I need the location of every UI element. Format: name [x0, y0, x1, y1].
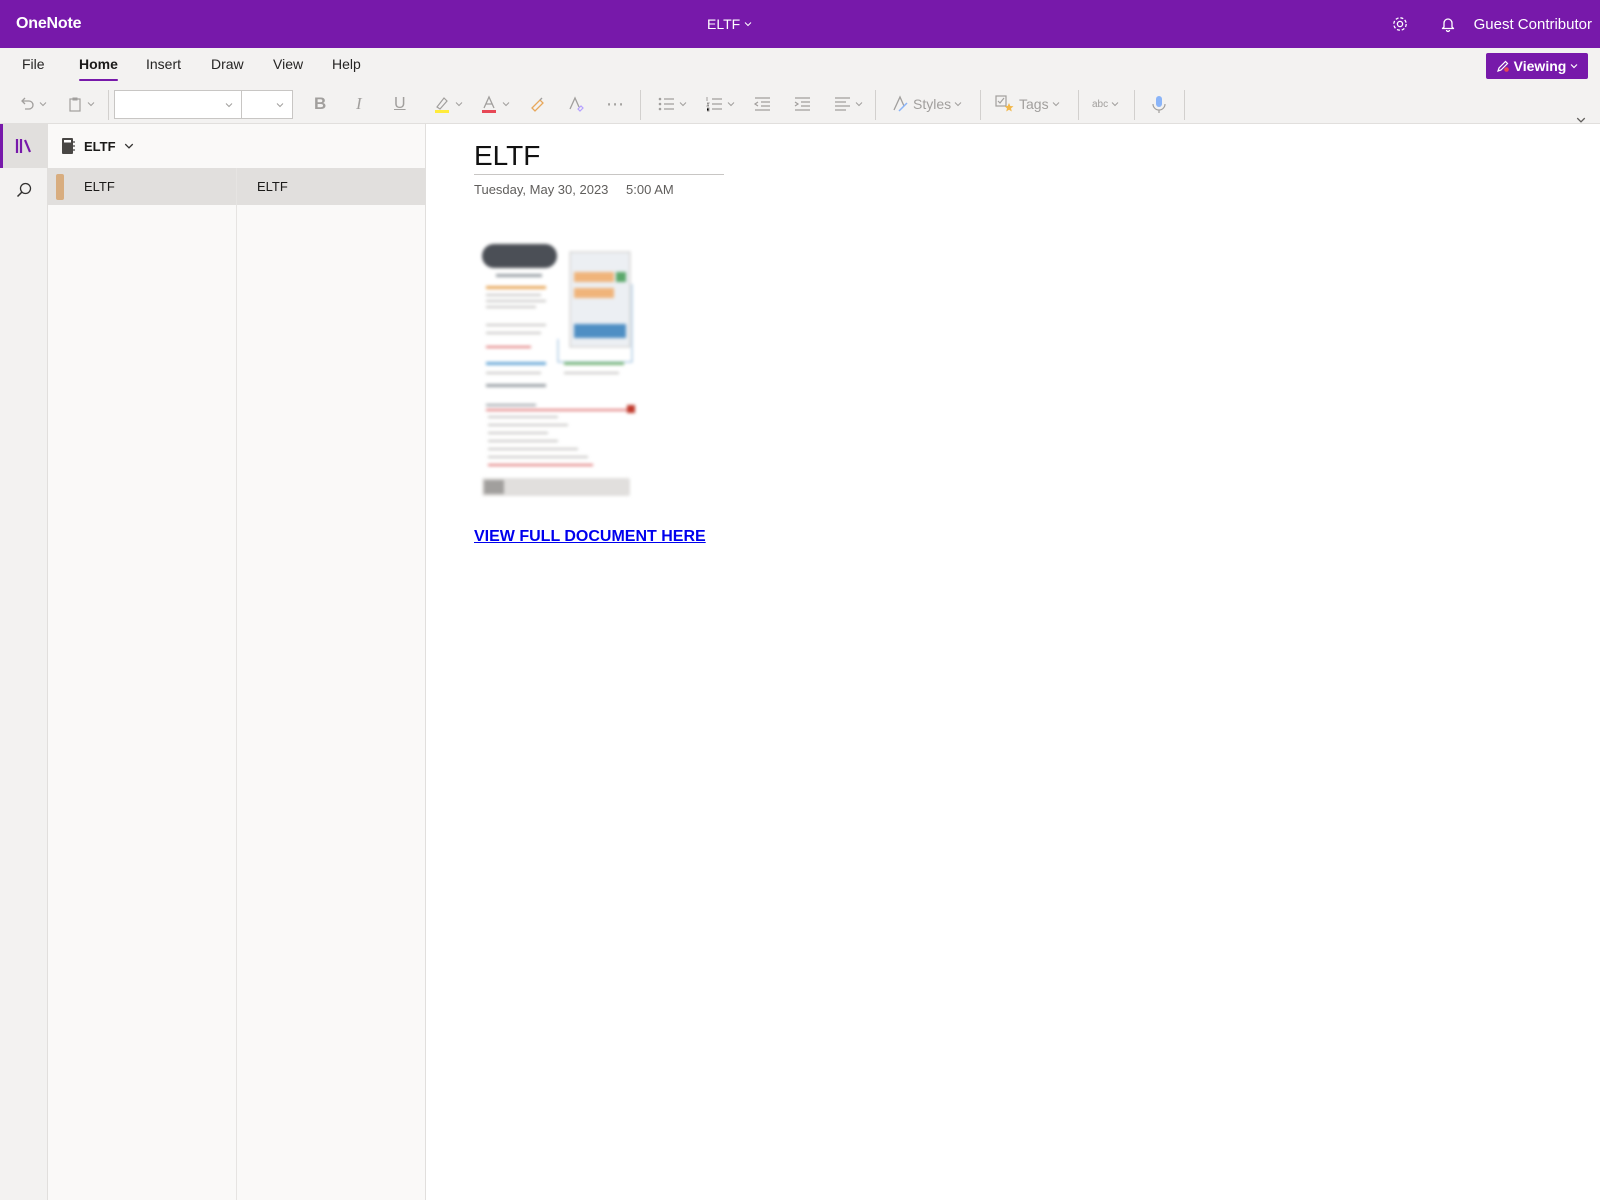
format-painter-icon [531, 97, 544, 112]
decrease-indent-button[interactable] [752, 92, 772, 116]
chevron-down-icon [502, 102, 510, 107]
section-name: ELTF [84, 179, 115, 194]
tab-view[interactable]: View [273, 56, 303, 80]
font-name-select[interactable] [114, 90, 242, 119]
clear-formatting-icon [569, 96, 584, 112]
numbered-list-icon [706, 97, 722, 112]
notification-bell-icon[interactable] [1438, 14, 1458, 34]
page-title[interactable]: ELTF [474, 140, 724, 175]
chevron-down-icon [744, 22, 752, 27]
font-color-button[interactable] [479, 92, 510, 116]
tag-star-icon [995, 95, 1014, 112]
tab-draw[interactable]: Draw [211, 56, 244, 80]
home-toolbar: B I U ⋯ Styles Tags abc [0, 84, 1600, 124]
clear-formatting-button[interactable] [566, 92, 586, 116]
left-rail [0, 124, 48, 1200]
bold-button[interactable]: B [314, 92, 326, 116]
title-bar: OneNote ELTF Guest Contributor [0, 0, 1600, 48]
chevron-down-icon [1111, 102, 1119, 107]
document-title: ELTF [707, 16, 741, 32]
bold-icon: B [314, 94, 327, 113]
notebook-name: ELTF [84, 138, 116, 154]
notebook-switcher[interactable]: ELTF [48, 124, 426, 168]
highlighter-icon [435, 97, 449, 113]
notebooks-icon [15, 139, 32, 153]
page-time: 5:00 AM [626, 182, 674, 197]
clipboard-icon [69, 97, 81, 112]
tab-home[interactable]: Home [79, 56, 118, 81]
document-preview-image[interactable] [482, 244, 642, 514]
view-full-document-link[interactable]: VIEW FULL DOCUMENT HERE [474, 528, 706, 546]
chevron-down-icon [87, 102, 95, 107]
page-canvas[interactable]: ELTF Tuesday, May 30, 2023 5:00 AM VIEW … [426, 124, 1600, 1200]
underline-button[interactable]: U [394, 92, 406, 116]
increase-indent-icon [794, 97, 810, 111]
page-name: ELTF [257, 179, 288, 194]
notebooks-button[interactable] [0, 124, 47, 168]
viewing-mode-button[interactable]: Viewing [1486, 53, 1588, 79]
microphone-icon [1152, 96, 1166, 113]
undo-button[interactable] [18, 92, 47, 116]
search-icon [16, 182, 31, 198]
tab-file[interactable]: File [22, 56, 45, 80]
chevron-down-icon [954, 102, 962, 107]
section-item[interactable]: ELTF [48, 168, 236, 205]
format-painter-button[interactable] [528, 92, 548, 116]
tags-button[interactable]: Tags [994, 92, 1060, 116]
section-color-tab [56, 173, 64, 200]
document-title-dropdown[interactable]: ELTF [707, 16, 752, 32]
ribbon-tabs: File Home Insert Draw View Help [0, 48, 1600, 84]
chevron-down-icon [1052, 102, 1059, 107]
app-name[interactable]: OneNote [16, 15, 81, 33]
spelling-button[interactable]: abc [1092, 92, 1119, 116]
more-options-button[interactable]: ⋯ [606, 92, 625, 116]
pen-icon [1496, 60, 1509, 72]
chevron-down-icon [679, 102, 687, 107]
dictate-button[interactable] [1150, 92, 1168, 116]
spelling-icon: abc [1092, 98, 1109, 110]
align-left-icon [835, 97, 850, 111]
increase-indent-button[interactable] [792, 92, 812, 116]
chevron-down-icon [727, 102, 735, 107]
bullet-list-icon [658, 97, 674, 111]
settings-icon[interactable] [1390, 14, 1410, 34]
page-item[interactable]: ELTF [237, 168, 426, 205]
numbering-button[interactable] [704, 92, 735, 116]
underline-icon: U [394, 95, 406, 112]
section-list: ELTF [48, 168, 237, 1200]
chevron-down-icon [124, 143, 133, 149]
font-color-icon [482, 95, 496, 113]
italic-button[interactable]: I [356, 92, 362, 116]
undo-icon [21, 97, 34, 110]
bullets-button[interactable] [656, 92, 687, 116]
chevron-down-icon [276, 103, 284, 108]
tab-insert[interactable]: Insert [146, 56, 181, 80]
chevron-down-icon [225, 103, 233, 108]
chevron-down-icon [1570, 64, 1578, 69]
search-button[interactable] [0, 168, 47, 212]
chevron-down-icon [39, 102, 47, 107]
chevron-down-icon [455, 102, 463, 107]
highlight-button[interactable] [432, 92, 463, 116]
notebook-icon [62, 138, 75, 154]
tags-label: Tags [1019, 96, 1049, 112]
styles-icon [893, 95, 908, 112]
paragraph-alignment-button[interactable] [832, 92, 863, 116]
styles-label: Styles [913, 96, 952, 112]
viewing-mode-label: Viewing [1513, 58, 1567, 74]
decrease-indent-icon [753, 97, 770, 111]
paste-button[interactable] [66, 92, 95, 116]
user-name[interactable]: Guest Contributor [1474, 16, 1592, 33]
page-list: ELTF [237, 168, 426, 1200]
italic-icon: I [356, 94, 362, 113]
more-icon: ⋯ [606, 93, 625, 114]
tab-help[interactable]: Help [332, 56, 361, 80]
page-date: Tuesday, May 30, 2023 [474, 182, 609, 197]
chevron-down-icon [855, 102, 863, 107]
navigation-pane: ELTF ELTF ELTF [48, 124, 426, 1200]
font-size-select[interactable] [241, 90, 293, 119]
styles-button[interactable]: Styles [890, 92, 962, 116]
